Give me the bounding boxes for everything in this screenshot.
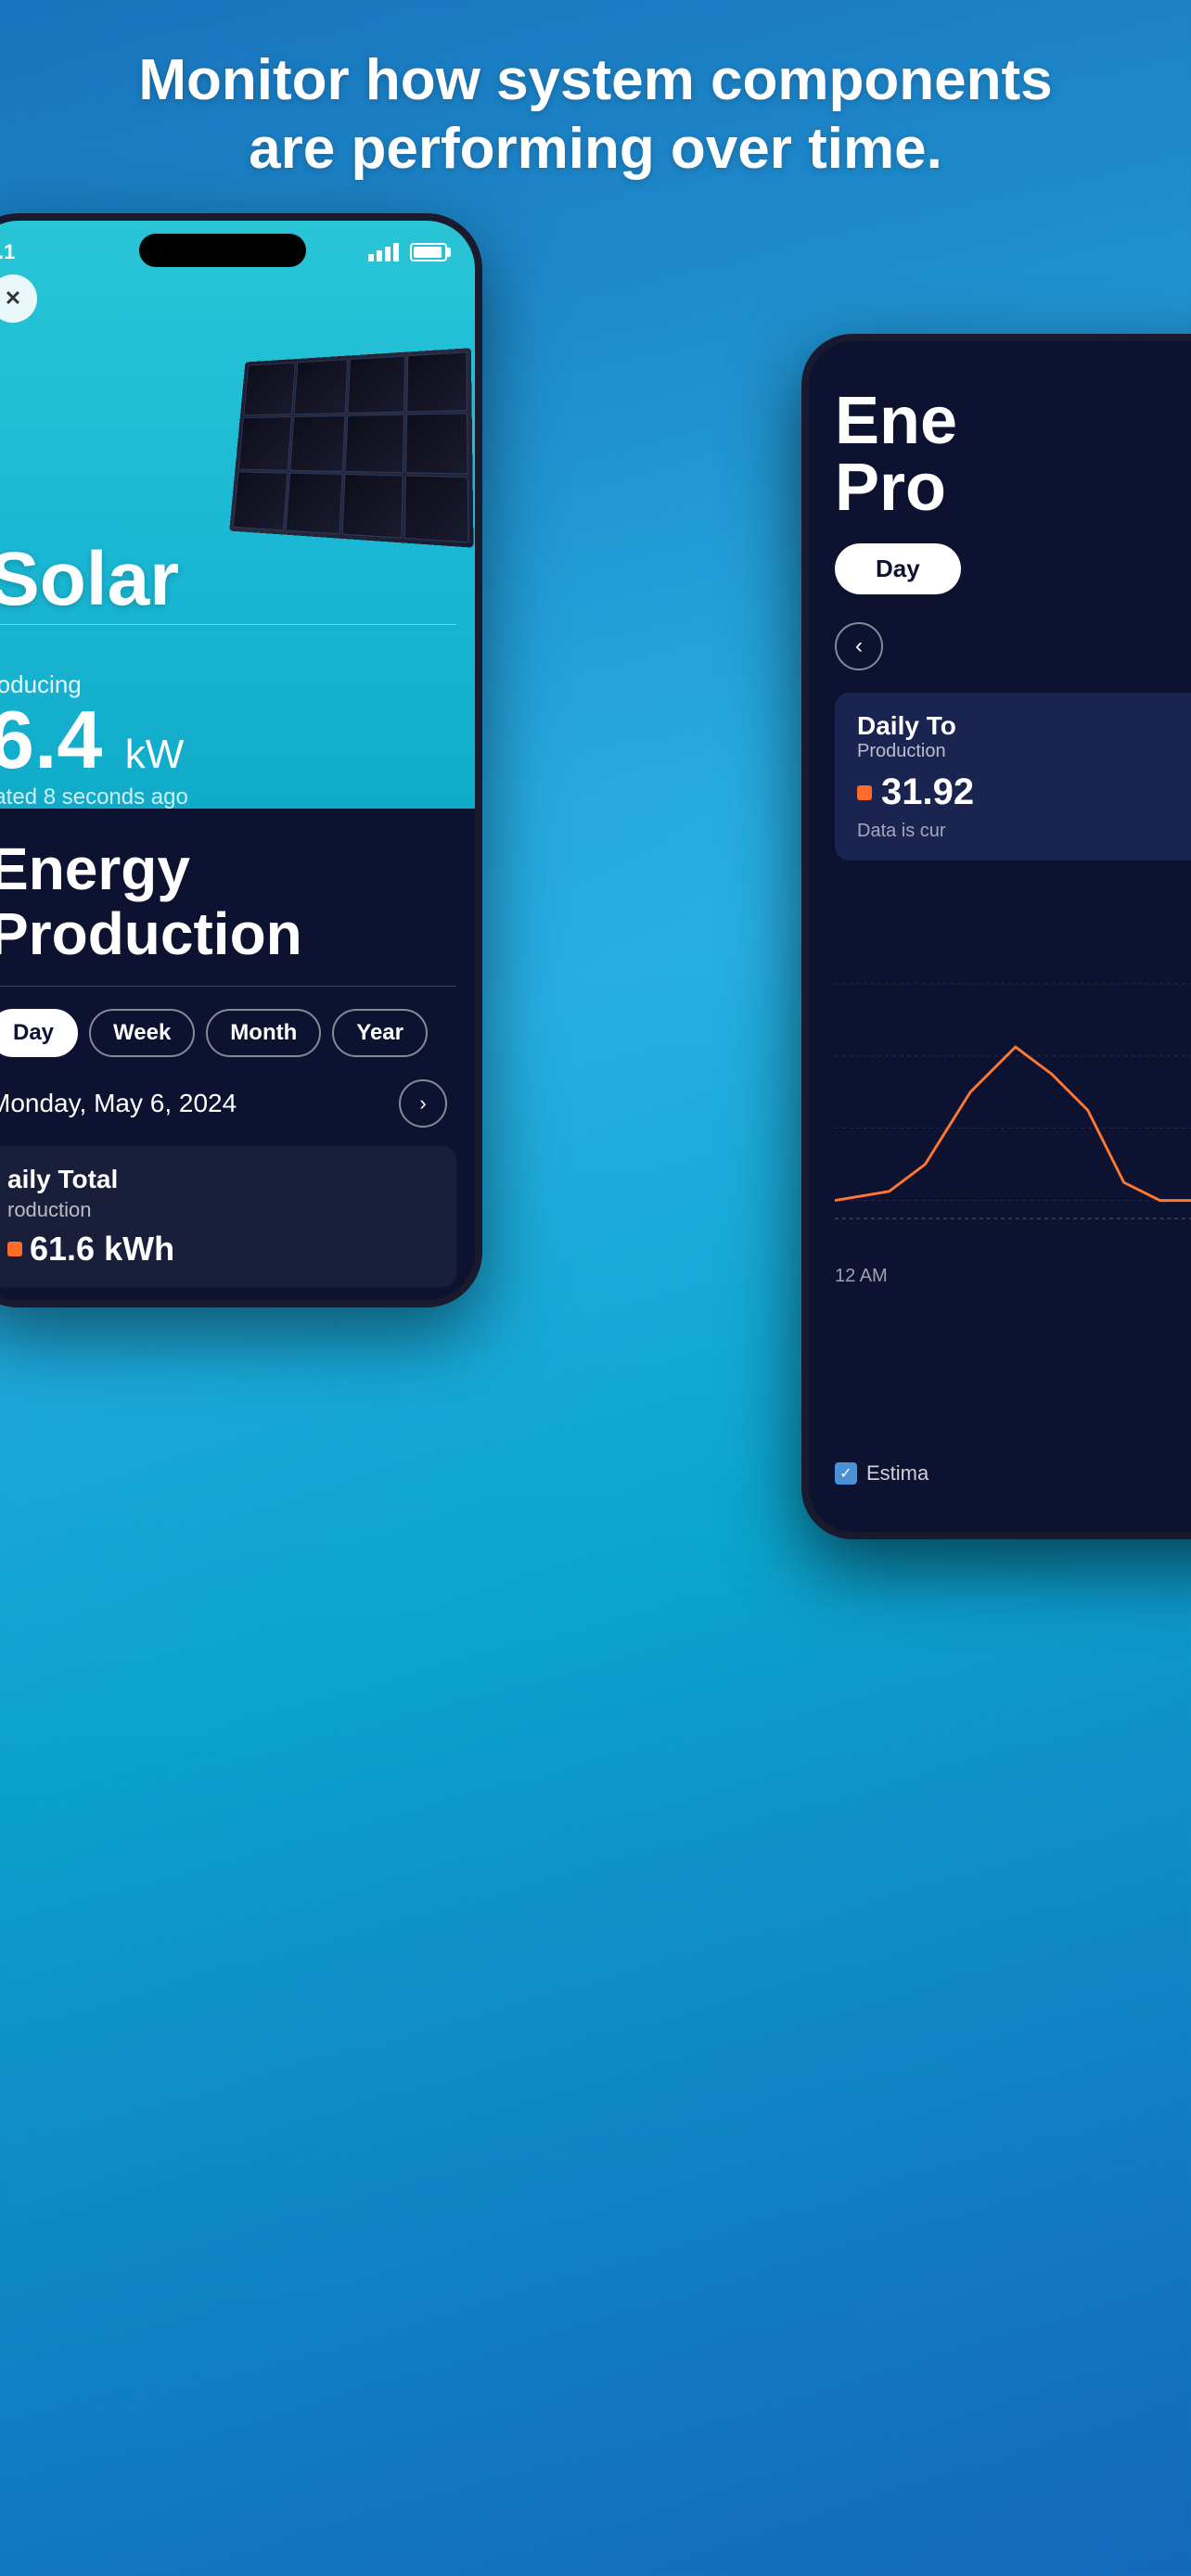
bottom-divider <box>0 986 456 987</box>
battery-icon <box>410 243 447 261</box>
panel-body <box>229 348 473 548</box>
orange-dot-right-icon <box>857 785 872 800</box>
estimate-text: Estima <box>866 1461 928 1486</box>
updated-text: lated 8 seconds ago <box>0 784 188 810</box>
phone-left-bottom: Energy Production Day Week Month <box>0 809 475 1300</box>
daily-total-label: aily Total <box>7 1165 438 1194</box>
estimate-checkbox[interactable]: ✓ <box>835 1462 857 1485</box>
day-tab-right[interactable]: Day <box>835 543 961 594</box>
daily-total-value: 31.92 <box>881 772 974 813</box>
tab-week[interactable]: Week <box>89 1009 195 1057</box>
chevron-right-icon: › <box>419 1091 426 1116</box>
chevron-left-icon: ‹ <box>855 633 863 659</box>
status-icons <box>368 243 447 261</box>
panel-grid <box>229 348 473 548</box>
phone-left-screen: .1 ✕ <box>0 221 475 1300</box>
daily-total-card-title: Daily To <box>857 711 1191 741</box>
phone-right-content: Ene Pro Day ‹ Daily To Production 31.92 … <box>809 341 1191 1304</box>
estimate-row: ✓ Estima <box>835 1461 1191 1486</box>
production-value: 61.6 kWh <box>7 1230 438 1269</box>
tab-day[interactable]: Day <box>0 1009 78 1057</box>
production-sub-right: Production <box>857 741 1191 762</box>
back-chevron-icon: ✕ <box>5 287 21 311</box>
tab-month[interactable]: Month <box>206 1009 321 1057</box>
value-row: 31.92 <box>857 772 1191 813</box>
solar-panel-illustration <box>197 295 482 592</box>
energy-pro-title: Ene Pro <box>835 388 1191 521</box>
producing-section: roducing 6.4 kW lated 8 seconds ago <box>0 670 188 810</box>
solar-title: Solar <box>0 536 179 623</box>
date-text: Monday, May 6, 2024 <box>0 1089 237 1118</box>
status-bar-left: .1 <box>0 232 456 273</box>
checkmark-icon: ✓ <box>839 1464 852 1483</box>
daily-total-card-right: Daily To Production 31.92 Data is cur <box>835 693 1191 861</box>
production-sub-label: roduction <box>7 1198 438 1222</box>
energy-title-line1: Energy <box>0 835 190 902</box>
production-kwh: 61.6 kWh <box>30 1230 174 1269</box>
time-tabs: Day Week Month Year <box>0 1009 456 1057</box>
orange-dot-icon <box>7 1242 22 1256</box>
status-time: .1 <box>0 240 15 264</box>
chart-svg <box>835 888 1191 1278</box>
power-unit: kW <box>125 732 185 777</box>
chart-time-label: 12 AM <box>835 1266 888 1287</box>
phone-right: Ene Pro Day ‹ Daily To Production 31.92 … <box>801 334 1191 1539</box>
energy-pro-line1: Ene <box>835 384 957 458</box>
energy-title-line2: Production <box>0 900 302 967</box>
header-title-line1: Monitor how system components <box>138 48 1052 112</box>
power-value: 6.4 kW <box>0 699 188 781</box>
chart-area: 12 AM <box>835 888 1191 1278</box>
energy-production-title: Energy Production <box>0 836 456 967</box>
date-row: Monday, May 6, 2024 › <box>0 1079 456 1128</box>
header-section: Monitor how system components are perfor… <box>0 28 1191 203</box>
phone-left: .1 ✕ <box>0 213 482 1307</box>
next-date-button[interactable]: › <box>399 1079 447 1128</box>
header-title: Monitor how system components are perfor… <box>56 46 1135 185</box>
data-current-text: Data is cur <box>857 821 1191 842</box>
nav-arrow-left-button[interactable]: ‹ <box>835 622 883 670</box>
signal-icon <box>368 243 399 261</box>
tab-year[interactable]: Year <box>332 1009 428 1057</box>
divider-top <box>0 624 456 625</box>
back-button[interactable]: ✕ <box>0 274 37 323</box>
daily-total-section: aily Total roduction 61.6 kWh <box>0 1146 456 1287</box>
header-title-line2: are performing over time. <box>249 117 942 181</box>
energy-pro-line2: Pro <box>835 451 946 525</box>
